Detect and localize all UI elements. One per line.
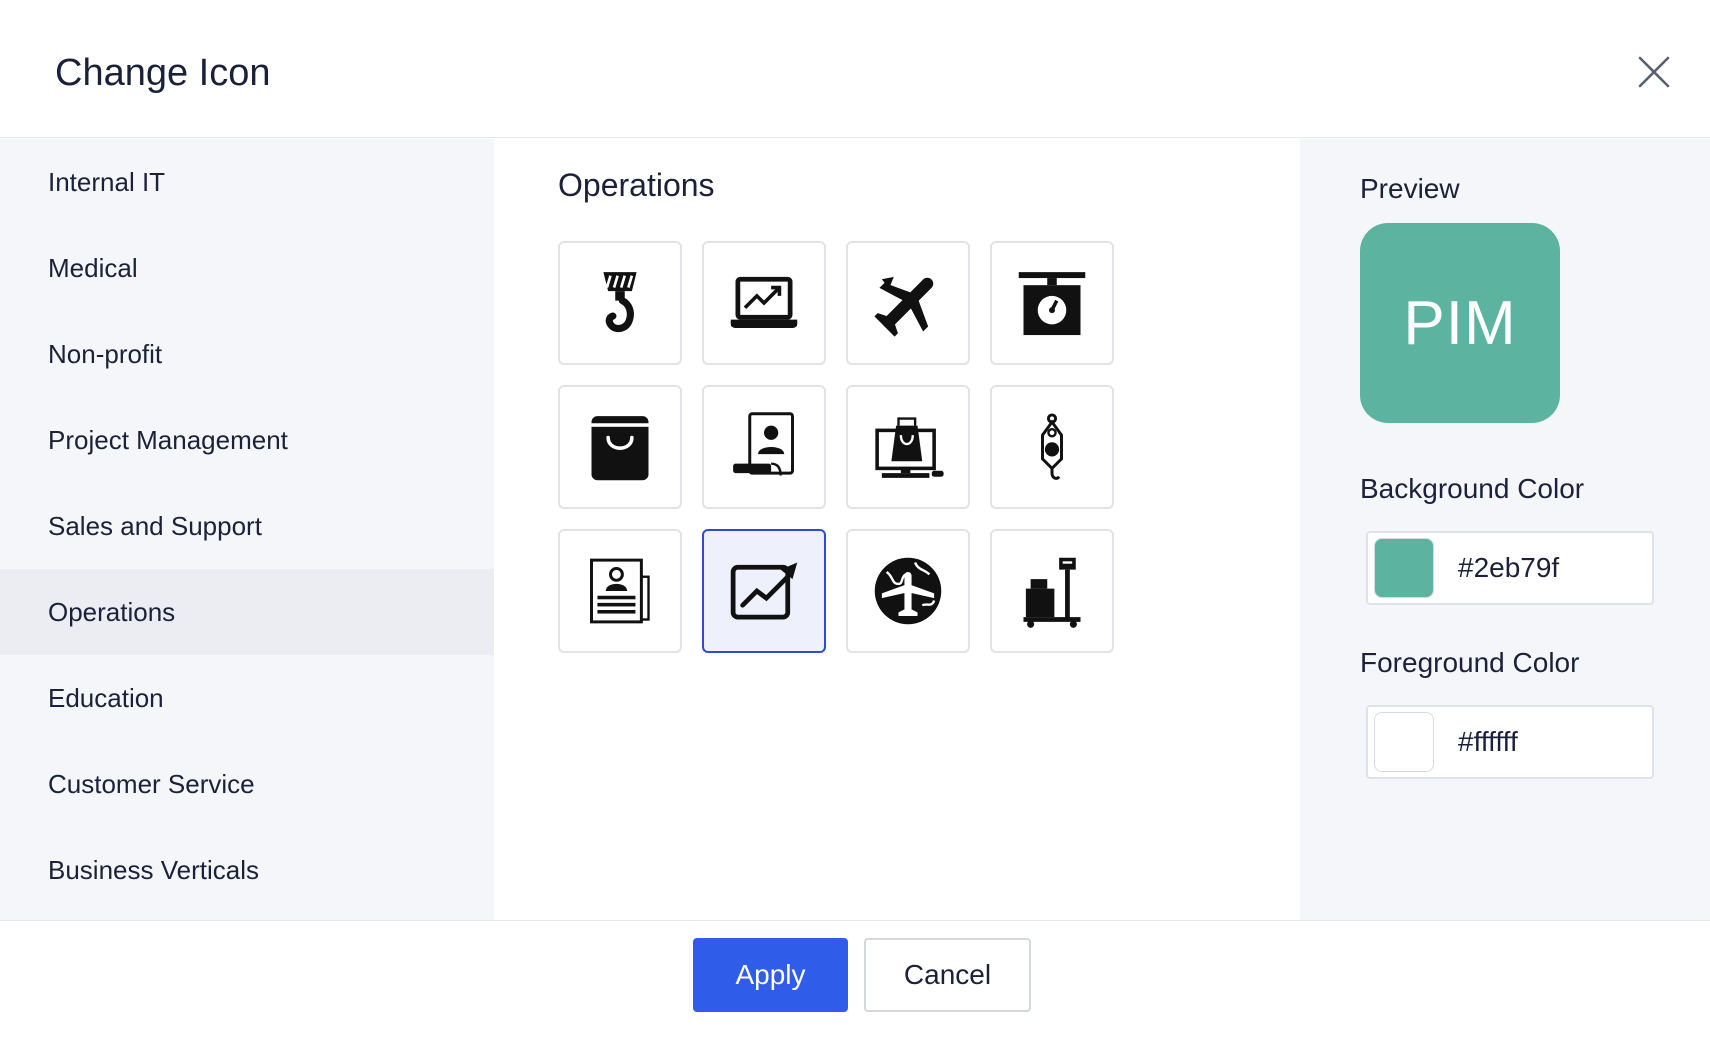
icon-tile-weighing-scale[interactable] — [990, 241, 1114, 365]
icon-tile-hand-truck[interactable] — [990, 529, 1114, 653]
icon-tile-airplane-tools[interactable] — [846, 241, 970, 365]
background-color-value: #2eb79f — [1458, 552, 1560, 583]
background-color-field[interactable]: #2eb79f — [1366, 531, 1654, 605]
category-sidebar: Internal IT Medical Non-profit Project M… — [0, 139, 494, 920]
crane-hook-icon — [603, 272, 637, 333]
sidebar-item-project-management[interactable]: Project Management — [0, 397, 494, 483]
icon-tile-id-badge[interactable] — [702, 385, 826, 509]
icon-preview: PIM — [1360, 223, 1560, 423]
shopping-bag-icon — [591, 416, 649, 481]
preview-label: Preview — [1360, 173, 1460, 204]
sidebar-item-education[interactable]: Education — [0, 655, 494, 741]
icon-tile-hanging-scale[interactable] — [990, 385, 1114, 509]
airplane-tools-icon — [874, 276, 934, 337]
online-shopping-icon — [875, 417, 944, 478]
icon-tile-crane-hook[interactable] — [558, 241, 682, 365]
profile-document-icon — [590, 558, 650, 624]
sidebar-item-non-profit[interactable]: Non-profit — [0, 311, 494, 397]
sidebar-item-business-verticals[interactable]: Business Verticals — [0, 827, 494, 913]
dialog-title: Change Icon — [55, 52, 271, 94]
icon-tile-global-travel[interactable] — [846, 529, 970, 653]
foreground-color-field[interactable]: #ffffff — [1366, 705, 1654, 779]
hanging-scale-icon — [1041, 413, 1063, 480]
background-color-swatch[interactable] — [1374, 538, 1434, 598]
icon-grid — [558, 241, 1114, 653]
weighing-scale-icon — [1018, 272, 1086, 336]
icon-tile-profile-document[interactable] — [558, 529, 682, 653]
growth-chart-icon — [730, 562, 798, 620]
icon-tile-laptop-analytics[interactable] — [702, 241, 826, 365]
section-title: Operations — [558, 167, 715, 203]
sidebar-item-operations[interactable]: Operations — [0, 569, 494, 655]
foreground-color-label: Foreground Color — [1360, 647, 1580, 678]
icon-tile-online-shopping[interactable] — [846, 385, 970, 509]
close-icon[interactable] — [1637, 55, 1671, 89]
icon-browser: Operations — [494, 139, 1300, 920]
apply-button[interactable]: Apply — [693, 938, 848, 1012]
foreground-color-swatch[interactable] — [1374, 712, 1434, 772]
cancel-button[interactable]: Cancel — [864, 938, 1031, 1012]
sidebar-item-customer-service[interactable]: Customer Service — [0, 741, 494, 827]
dialog-header: Change Icon — [0, 0, 1710, 138]
laptop-analytics-icon — [730, 276, 798, 328]
icon-tile-shopping-bag[interactable] — [558, 385, 682, 509]
dialog-footer: Apply Cancel — [0, 920, 1710, 1044]
sidebar-item-medical[interactable]: Medical — [0, 225, 494, 311]
global-travel-icon — [874, 557, 942, 625]
sidebar-item-sales-and-support[interactable]: Sales and Support — [0, 483, 494, 569]
preview-panel: Preview PIM Background Color #2eb79f For… — [1300, 139, 1710, 920]
icon-tile-growth-chart[interactable] — [702, 529, 826, 653]
sidebar-item-internal-it[interactable]: Internal IT — [0, 139, 494, 225]
hand-truck-icon — [1023, 557, 1081, 628]
foreground-color-value: #ffffff — [1458, 726, 1518, 757]
background-color-label: Background Color — [1360, 473, 1585, 504]
id-badge-icon — [733, 412, 794, 476]
